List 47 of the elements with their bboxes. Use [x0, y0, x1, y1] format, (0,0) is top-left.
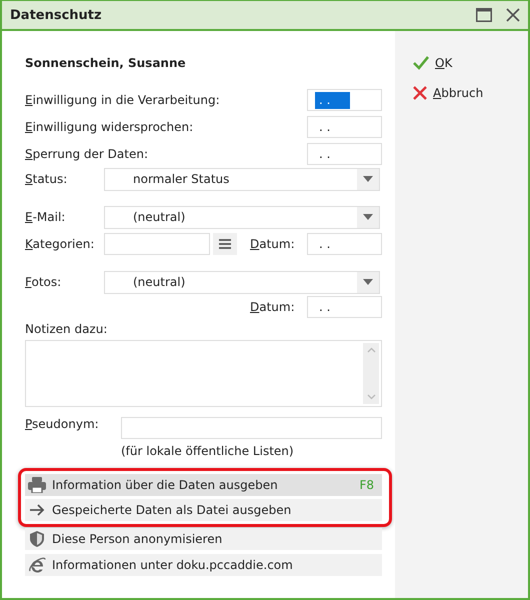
browser-e-icon: [28, 556, 46, 574]
date-field[interactable]: . .: [307, 89, 382, 111]
pseudonym-field[interactable]: [121, 417, 382, 439]
hint-text: (für lokale öffentliche Listen): [121, 444, 295, 458]
action-item[interactable]: Informationen unter doku.pccaddie.com: [25, 554, 382, 576]
date-field[interactable]: . .: [307, 143, 382, 165]
scroll-down-icon[interactable]: [366, 394, 376, 400]
field-label: Einwilligung widersprochen:: [25, 120, 194, 134]
printer-icon: [28, 477, 46, 493]
dropdown-arrow-icon: [363, 176, 373, 182]
field-label: Fotos:: [25, 275, 62, 289]
arrow-right-icon: [29, 504, 45, 516]
close-icon[interactable]: [506, 8, 520, 22]
window-title: Datenschutz: [10, 8, 102, 22]
list-menu-button[interactable]: [213, 233, 237, 255]
action-item[interactable]: Gespeicherte Daten als Datei ausgeben: [25, 499, 382, 521]
cancel-button[interactable]: Abbruch: [413, 86, 484, 100]
dropdown[interactable]: (neutral): [104, 270, 380, 294]
dropdown-arrow-icon: [363, 279, 373, 285]
field-label: Notizen dazu:: [25, 322, 108, 336]
field-label: E-Mail:: [25, 210, 66, 224]
field-label: Status:: [25, 172, 68, 186]
checkmark-icon: [413, 56, 429, 70]
shortcut-label: F8: [359, 478, 374, 492]
person-name: Sonnenschein, Susanne: [25, 56, 187, 72]
field-label: Datum:: [250, 237, 295, 251]
notes-textarea[interactable]: [25, 340, 382, 407]
field-label: Datum:: [250, 300, 296, 314]
dropdown[interactable]: normaler Status: [104, 168, 380, 190]
scroll-up-icon[interactable]: [366, 347, 376, 353]
shield-icon: [30, 531, 44, 547]
close-icon: [413, 86, 427, 100]
maximize-icon[interactable]: [476, 8, 492, 22]
field-label: Pseudonym:: [25, 417, 100, 431]
dropdown[interactable]: (neutral): [104, 206, 380, 228]
field-label: Einwilligung in die Verarbeitung:: [25, 93, 220, 107]
dropdown-arrow-icon: [363, 214, 373, 220]
action-item[interactable]: Diese Person anonymisieren: [25, 528, 382, 550]
field-label: Kategorien:: [25, 237, 96, 251]
date-field[interactable]: . .: [307, 296, 382, 318]
action-item[interactable]: Information über die Daten ausgeben F8: [25, 474, 382, 496]
ok-button[interactable]: OK: [413, 56, 452, 70]
date-field[interactable]: . .: [307, 233, 382, 255]
menu-icon: [219, 239, 231, 249]
field-label: Sperrung der Daten:: [25, 147, 148, 161]
text-field[interactable]: [104, 233, 210, 255]
date-field[interactable]: . .: [307, 116, 382, 138]
